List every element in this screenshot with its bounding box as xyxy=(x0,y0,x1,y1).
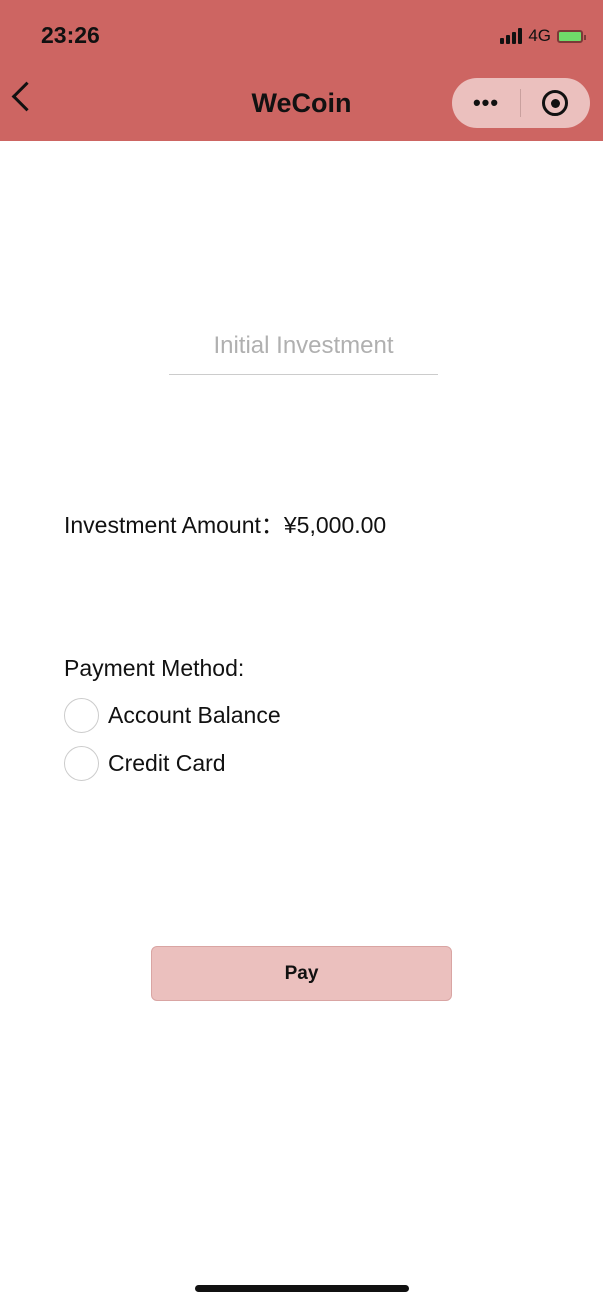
radio-account-balance[interactable]: Account Balance xyxy=(64,698,281,733)
amount-value: ¥5,000.00 xyxy=(283,512,387,538)
radio-credit-card[interactable]: Credit Card xyxy=(64,746,226,781)
header-bar: 23:26 4G WeCoin ••• xyxy=(0,0,603,141)
more-options-icon[interactable]: ••• xyxy=(452,90,520,116)
record-icon xyxy=(542,90,568,116)
pay-button[interactable]: Pay xyxy=(151,946,452,1001)
status-time: 23:26 xyxy=(41,22,100,48)
close-mini-program-button[interactable] xyxy=(521,90,589,116)
radio-circle[interactable] xyxy=(64,698,99,733)
status-icons: 4G xyxy=(500,26,586,46)
network-label: 4G xyxy=(528,26,551,45)
home-indicator[interactable] xyxy=(195,1285,409,1292)
initial-investment-input[interactable] xyxy=(169,318,438,375)
battery-charging-icon xyxy=(557,29,586,43)
amount-label: Investment Amount： xyxy=(64,512,284,538)
signal-icon xyxy=(500,28,523,44)
radio-label: Account Balance xyxy=(108,702,281,728)
payment-method-label: Payment Method: xyxy=(64,655,245,681)
radio-label: Credit Card xyxy=(108,750,226,776)
investment-amount: Investment Amount：¥5,000.00 xyxy=(64,506,386,540)
radio-circle[interactable] xyxy=(64,746,99,781)
mini-program-capsule: ••• xyxy=(452,78,590,128)
